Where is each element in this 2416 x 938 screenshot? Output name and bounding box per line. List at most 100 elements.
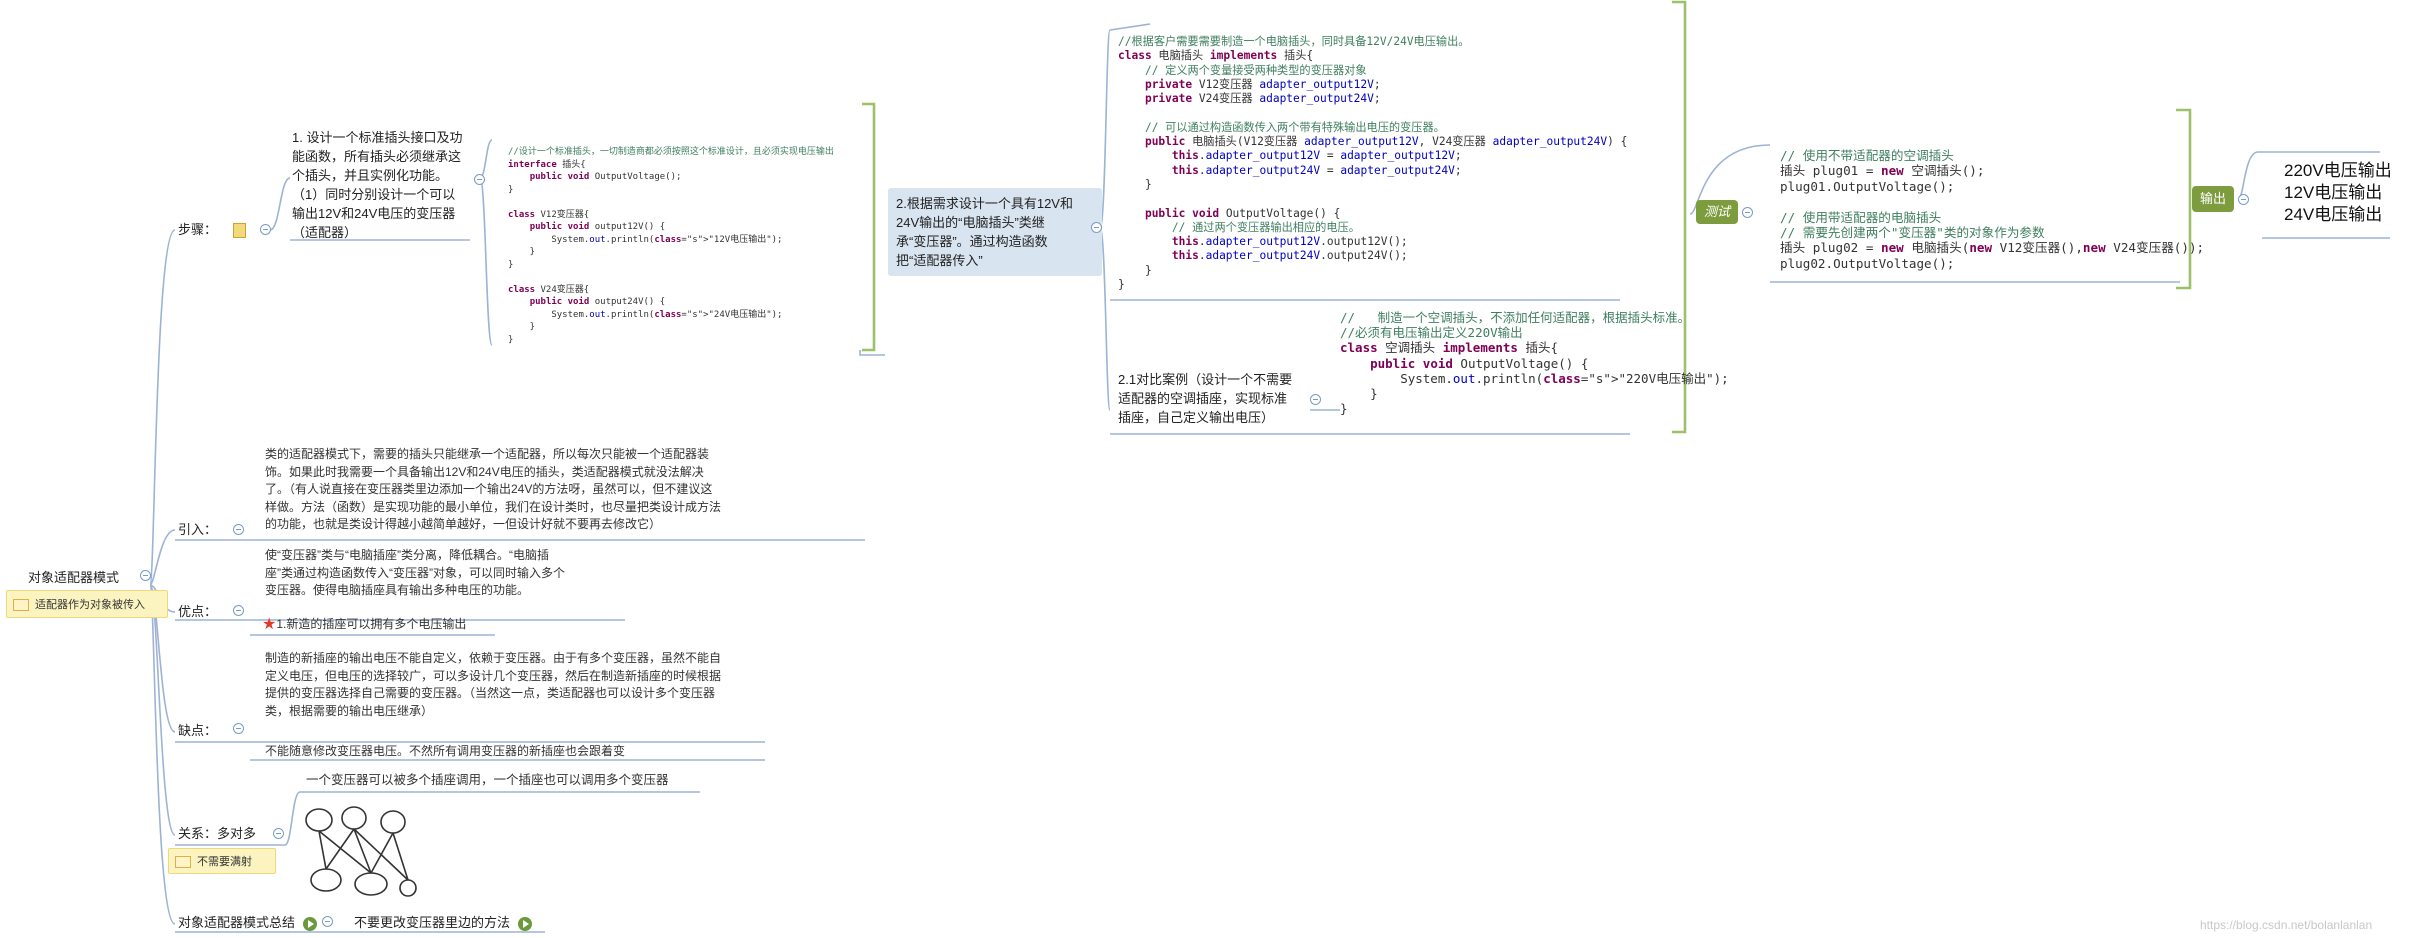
summary-collapse-toggle[interactable] (322, 916, 333, 927)
step21-line: 2.1对比案例（设计一个不需要 (1118, 372, 1293, 387)
pros-item-label: 1.新造的插座可以拥有多个电压输出 (276, 617, 467, 631)
code-block-computer-plug: //根据客户需要需要制造一个电脑插头，同时具备12V/24V电压输出。 class… (1118, 35, 1627, 292)
intro-topic[interactable]: 引入： (178, 519, 217, 538)
code-line: public void OutputVoltage(); (529, 172, 682, 182)
code-line: this.adapter_output12V.output12V(); (1171, 235, 1408, 249)
code-block-aircon-plug: // 制造一个空调插头，不添加任何适配器，根据插头标准。//必须有电压输出定义2… (1340, 310, 1729, 416)
step2-collapse-toggle[interactable] (1091, 222, 1102, 233)
pros-line: 使“变压器”类与“电脑插座”类分离，降低耦合。“电脑插 (265, 548, 549, 562)
code-line: 插头 plug02 = new 电脑插头(new V12变压器(),new V2… (1780, 240, 2205, 256)
step21-collapse-toggle[interactable] (1310, 394, 1321, 405)
summary-child[interactable]: 不要更改变压器里边的方法 (354, 912, 532, 931)
code-line: ​ (1118, 106, 1627, 120)
code-line: ​ (1118, 192, 1627, 206)
step1-line: （1）同时分别设计一个可以 (292, 187, 456, 202)
code-line: 插头 plug01 = new 空调插头(); (1780, 163, 1985, 179)
root-topic[interactable]: 对象适配器模式 (28, 567, 119, 586)
code-line: // 通过两个变压器输出相应的电压。 (1171, 220, 1360, 234)
cons-line: 制造的新插座的输出电压不能自定义，依赖于变压器。由于有多个变压器，虽然不能自 (265, 651, 722, 665)
step1-line: 个插头，并且实例化功能。 (292, 168, 449, 183)
code-line: this.adapter_output24V = adapter_output2… (1171, 163, 1462, 177)
code-line: ​ (508, 196, 834, 209)
output-line: 220V电压输出 (2284, 161, 2392, 180)
pros-text: 使“变压器”类与“电脑插座”类分离，降低耦合。“电脑插 座”类通过构造函数传入“… (265, 547, 625, 600)
pros-collapse-toggle[interactable] (233, 605, 244, 616)
code-line: plug02.OutputVoltage(); (1780, 255, 1955, 271)
code-line: class 电脑插头 implements 插头{ (1118, 49, 1314, 63)
code-line: private V24变压器 adapter_output24V; (1144, 92, 1381, 106)
output-lines: 220V电压输出 12V电压输出 24V电压输出 (2284, 160, 2392, 226)
code-line: public 电脑插头(V12变压器 adapter_output12V, V2… (1144, 135, 1628, 149)
code-line: } (1340, 386, 1378, 402)
root-note: 适配器作为对象被传入 (6, 590, 168, 618)
step1-line: 能函数，所有插头必须继承这 (292, 149, 462, 164)
root-collapse-toggle[interactable] (140, 570, 151, 581)
code-line: // 使用不带适配器的空调插头 (1780, 148, 1954, 163)
intro-collapse-toggle[interactable] (233, 524, 244, 535)
intro-line: 类的适配器模式下，需要的插头只能继承一个适配器，所以每次只能被一个适配器装 (265, 447, 710, 461)
pros-item[interactable]: ★1.新造的插座可以拥有多个电压输出 (262, 616, 466, 634)
code-line: } (1118, 177, 1152, 191)
code-line: } (508, 322, 536, 332)
intro-line: 的功能，也就是类设计得越小越简单越好，一但设计好就不要再去修改它） (265, 517, 662, 531)
step1-collapse-toggle[interactable] (474, 174, 485, 185)
code-line: System.out.println(class="s">"24V电压输出"); (508, 309, 783, 320)
summary-topic[interactable]: 对象适配器模式总结 (178, 912, 317, 931)
code-line: System.out.println(class="s">"220V电压输出")… (1340, 370, 1729, 386)
code-line: public void output24V() { (529, 297, 666, 307)
test-topic[interactable]: 测试 (1696, 200, 1738, 224)
relation-note-label: 不需要满射 (197, 856, 252, 868)
code-line: private V12变压器 adapter_output12V; (1144, 77, 1381, 91)
code-line: System.out.println(class="s">"12V电压输出"); (508, 234, 783, 245)
relation-collapse-toggle[interactable] (273, 828, 284, 839)
relation-text[interactable]: 一个变压器可以被多个插座调用，一个插座也可以调用多个变压器 (306, 772, 669, 790)
code-line: public void OutputVoltage() { (1144, 206, 1341, 220)
code-line: class V24变压器{ (508, 284, 590, 295)
code-block-test: // 使用不带适配器的空调插头 插头 plug01 = new 空调插头(); pl… (1780, 148, 2204, 271)
code-line: // 需要先创建两个"变压器"类的对象作为参数 (1780, 225, 2045, 241)
code-line: } (1340, 401, 1348, 417)
star-icon: ★ (262, 616, 277, 634)
code-line: public void output12V() { (529, 222, 666, 232)
code-line: //根据客户需要需要制造一个电脑插头，同时具备12V/24V电压输出。 (1118, 35, 1470, 48)
step2-line: 24V输出的“电脑插头”类继 (896, 215, 1045, 230)
play-icon[interactable] (302, 916, 317, 931)
steps-collapse-toggle[interactable] (260, 224, 271, 235)
root-note-label: 适配器作为对象被传入 (35, 599, 145, 611)
output-line: 24V电压输出 (2284, 205, 2383, 224)
intro-line: 样做。方法（函数）是实现功能的最小单位，我们在设计类时，也尽量把类设计成方法 (265, 499, 722, 514)
step1-topic[interactable]: 1. 设计一个标准插头接口及功 能函数，所有插头必须继承这 个插头，并且实例化功… (292, 128, 472, 242)
code-line: class 空调插头 implements 插头{ (1340, 340, 1559, 356)
code-line: } (1118, 263, 1152, 277)
cons-topic[interactable]: 缺点： (178, 720, 217, 739)
code-line: // 使用带适配器的电脑插头 (1780, 209, 1942, 225)
output-topic[interactable]: 输出 (2192, 186, 2234, 212)
step21-line: 适配器的空调插座，实现标准 (1118, 391, 1288, 406)
code-line: } (1118, 278, 1125, 292)
steps-label: 步骤： (178, 222, 218, 237)
step1-line: （适配器） (292, 225, 358, 240)
play-icon[interactable] (517, 916, 532, 931)
note-icon (175, 856, 191, 869)
test-collapse-toggle[interactable] (1742, 207, 1753, 218)
pros-topic[interactable]: 优点： (178, 601, 217, 620)
intro-line: 饰。如果此时我需要一个具备输出12V和24V电压的插头，类适配器模式就没法解决 (265, 464, 704, 479)
output-collapse-toggle[interactable] (2238, 194, 2249, 205)
code-line: } (508, 247, 536, 257)
cons-line: 定义电压，但电压的选择较广，可以多设计几个变压器，然后在制造新插座的时候根据 (265, 668, 722, 683)
note-icon (13, 599, 29, 612)
relation-note: 不需要满射 (168, 848, 276, 874)
summary-label: 对象适配器模式总结 (178, 915, 296, 930)
steps-topic[interactable]: 步骤： (178, 219, 246, 239)
summary-child-label: 不要更改变压器里边的方法 (354, 915, 511, 930)
code-line: interface 插头{ (508, 159, 586, 170)
note-icon[interactable] (232, 223, 246, 239)
step2-topic[interactable]: 2.根据需求设计一个具有12V和 24V输出的“电脑插头”类继 承“变压器”。通… (888, 188, 1102, 276)
code-line: // 制造一个空调插头，不添加任何适配器，根据插头标准。 (1340, 310, 1691, 325)
watermark: https://blog.csdn.net/bolanlanlan (2200, 918, 2373, 932)
relation-topic[interactable]: 关系：多对多 (178, 823, 256, 842)
step21-topic[interactable]: 2.1对比案例（设计一个不需要 适配器的空调插座，实现标准 插座，自己定义输出电… (1118, 370, 1318, 427)
cons-collapse-toggle[interactable] (233, 723, 244, 734)
cons-item[interactable]: 不能随意修改变压器电压。不然所有调用变压器的新插座也会跟着变 (265, 743, 625, 761)
code-line: } (508, 184, 514, 195)
